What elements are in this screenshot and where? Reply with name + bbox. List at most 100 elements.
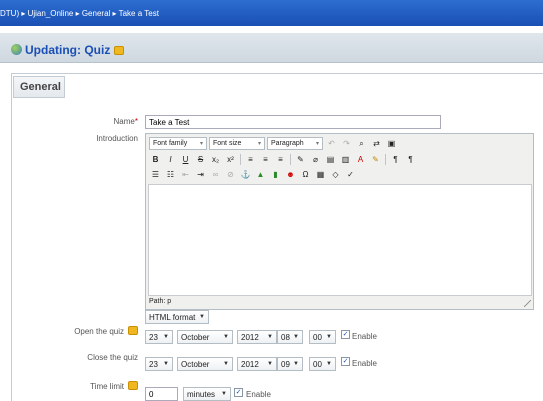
close-hour-select[interactable]: 09 ▼ bbox=[277, 357, 303, 371]
align-center-icon[interactable]: ≡ bbox=[259, 153, 272, 166]
open-month-select[interactable]: October ▼ bbox=[177, 330, 233, 344]
toolbar-separator bbox=[290, 154, 291, 165]
close-month-value: October bbox=[181, 359, 210, 369]
align-right-icon[interactable]: ≡ bbox=[274, 153, 287, 166]
subscript-icon[interactable]: x₂ bbox=[209, 153, 222, 166]
page-title: Updating: Quiz bbox=[11, 43, 125, 57]
format-select[interactable]: HTML format ▼ bbox=[145, 310, 209, 324]
page-title-text: Updating: Quiz bbox=[25, 43, 111, 57]
image-icon[interactable]: ▲ bbox=[254, 168, 267, 181]
name-label-text: Name bbox=[113, 117, 135, 126]
underline-icon[interactable]: U bbox=[179, 153, 192, 166]
open-hour-value: 08 bbox=[281, 332, 290, 342]
superscript-icon[interactable]: x² bbox=[224, 153, 237, 166]
paste-word-icon[interactable]: ▥ bbox=[339, 153, 352, 166]
close-year-select[interactable]: 2012 ▼ bbox=[237, 357, 277, 371]
unlink-icon[interactable]: ⊘ bbox=[224, 168, 237, 181]
open-day-select[interactable]: 23 ▼ bbox=[145, 330, 173, 344]
toolbar-separator bbox=[385, 154, 386, 165]
time-limit-label: Time limit bbox=[60, 381, 138, 391]
dropdown-arrow-icon: ▼ bbox=[293, 334, 299, 340]
italic-icon[interactable]: I bbox=[164, 153, 177, 166]
close-month-select[interactable]: October ▼ bbox=[177, 357, 233, 371]
format-select-value: HTML format bbox=[149, 312, 196, 322]
dropdown-arrow-icon: ▾ bbox=[315, 141, 319, 147]
indent-icon[interactable]: ⇥ bbox=[194, 168, 207, 181]
close-minute-select[interactable]: 00 ▼ bbox=[309, 357, 336, 371]
strikethrough-icon[interactable]: S bbox=[194, 153, 207, 166]
font-family-select[interactable]: Font family ▾ bbox=[149, 137, 207, 150]
dropdown-arrow-icon: ▼ bbox=[326, 334, 332, 340]
help-icon[interactable] bbox=[128, 381, 138, 390]
time-limit-input[interactable] bbox=[145, 387, 178, 401]
editor-toolbar-row-1: Font family ▾ Font size ▾ Paragraph ▾ ↶ ↷ ⌕… bbox=[149, 136, 398, 151]
cleanup-icon[interactable]: ✎ bbox=[294, 153, 307, 166]
paragraph-select[interactable]: Paragraph ▾ bbox=[267, 137, 323, 150]
time-unit-select[interactable]: minutes ▼ bbox=[183, 387, 231, 401]
open-minute-value: 00 bbox=[313, 332, 322, 342]
help-icon[interactable] bbox=[128, 326, 138, 335]
checkbox-checked-icon[interactable]: ✓ bbox=[234, 388, 243, 397]
link-icon[interactable]: ∞ bbox=[209, 168, 222, 181]
bullet-list-icon[interactable]: ☰ bbox=[149, 168, 162, 181]
dropdown-arrow-icon: ▾ bbox=[257, 141, 261, 147]
required-mark: * bbox=[134, 117, 138, 126]
clear-format-icon[interactable]: ⌀ bbox=[309, 153, 322, 166]
dropdown-arrow-icon: ▼ bbox=[326, 361, 332, 367]
html-editor: Font family ▾ Font size ▾ Paragraph ▾ ↶ ↷ ⌕… bbox=[145, 133, 534, 310]
anchor-icon[interactable]: ⚓ bbox=[239, 168, 252, 181]
globe-icon bbox=[11, 44, 22, 55]
time-limit-label-text: Time limit bbox=[90, 382, 124, 391]
font-size-select[interactable]: Font size ▾ bbox=[209, 137, 265, 150]
name-input[interactable] bbox=[145, 115, 441, 129]
time-limit-enable-label: Enable bbox=[246, 390, 271, 399]
editor-path: Path: p bbox=[149, 298, 172, 305]
close-day-value: 23 bbox=[149, 359, 158, 369]
bold-icon[interactable]: B bbox=[149, 153, 162, 166]
highlight-color-icon[interactable]: ✎ bbox=[369, 153, 382, 166]
outdent-icon[interactable]: ⇤ bbox=[179, 168, 192, 181]
numbered-list-icon[interactable]: ☷ bbox=[164, 168, 177, 181]
font-size-value: Font size bbox=[213, 140, 242, 147]
font-family-value: Font family bbox=[153, 140, 188, 147]
help-icon[interactable] bbox=[114, 46, 125, 55]
special-char-icon[interactable]: Ω bbox=[299, 168, 312, 181]
smiley-icon[interactable]: ☻ bbox=[284, 168, 297, 181]
rtl-icon[interactable]: ¶ bbox=[404, 153, 417, 166]
close-day-select[interactable]: 23 ▼ bbox=[145, 357, 173, 371]
dropdown-arrow-icon: ▼ bbox=[267, 361, 273, 367]
open-year-select[interactable]: 2012 ▼ bbox=[237, 330, 277, 344]
ltr-icon[interactable]: ¶ bbox=[389, 153, 402, 166]
introduction-label: Introduction bbox=[96, 134, 138, 143]
editor-content-area[interactable] bbox=[148, 184, 532, 296]
replace-icon[interactable]: ⇄ bbox=[370, 137, 383, 150]
checkbox-checked-icon[interactable]: ✓ bbox=[341, 357, 350, 366]
open-enable-label: Enable bbox=[352, 332, 377, 341]
resize-handle-icon[interactable] bbox=[524, 300, 531, 307]
table-icon[interactable]: ▦ bbox=[314, 168, 327, 181]
paste-text-icon[interactable]: ▤ bbox=[324, 153, 337, 166]
section-legend[interactable]: General bbox=[13, 76, 65, 98]
dropdown-arrow-icon: ▼ bbox=[163, 334, 169, 340]
checkbox-checked-icon[interactable]: ✓ bbox=[341, 330, 350, 339]
open-hour-select[interactable]: 08 ▼ bbox=[277, 330, 303, 344]
editor-toolbar-row-2: B I U S x₂ x² ≡ ≡ ≡ ✎ ⌀ ▤ ▥ A ✎ ¶ ¶ bbox=[149, 152, 417, 167]
close-hour-value: 09 bbox=[281, 359, 290, 369]
editor-toolbar-row-3: ☰ ☷ ⇤ ⇥ ∞ ⊘ ⚓ ▲ ▮ ☻ Ω ▦ ◇ ✓ bbox=[149, 167, 357, 182]
open-year-value: 2012 bbox=[241, 332, 259, 342]
find-icon[interactable]: ⌕ bbox=[355, 137, 368, 150]
time-unit-value: minutes bbox=[187, 389, 216, 399]
align-left-icon[interactable]: ≡ bbox=[244, 153, 257, 166]
toolbar-separator bbox=[240, 154, 241, 165]
open-minute-select[interactable]: 00 ▼ bbox=[309, 330, 336, 344]
fullscreen-icon[interactable]: ▣ bbox=[385, 137, 398, 150]
dropdown-arrow-icon: ▼ bbox=[163, 361, 169, 367]
html-source-icon[interactable]: ◇ bbox=[329, 168, 342, 181]
breadcrumb[interactable]: DTU) ▸ Ujian_Online ▸ General ▸ Take a T… bbox=[0, 9, 159, 18]
spellcheck-icon[interactable]: ✓ bbox=[344, 168, 357, 181]
media-icon[interactable]: ▮ bbox=[269, 168, 282, 181]
redo-icon[interactable]: ↷ bbox=[340, 137, 353, 150]
open-month-value: October bbox=[181, 332, 210, 342]
undo-icon[interactable]: ↶ bbox=[325, 137, 338, 150]
text-color-icon[interactable]: A bbox=[354, 153, 367, 166]
